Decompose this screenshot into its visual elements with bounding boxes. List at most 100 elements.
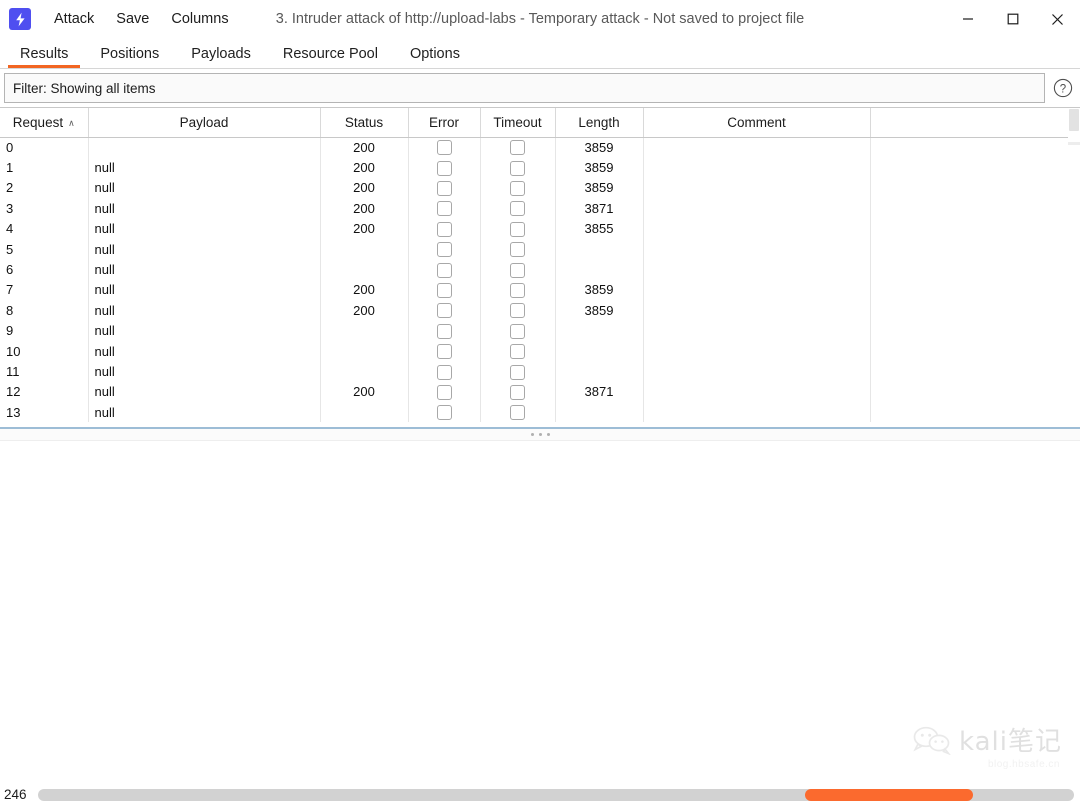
checkbox-icon[interactable] xyxy=(436,160,452,176)
menu-columns[interactable]: Columns xyxy=(160,8,239,30)
checkbox-icon[interactable] xyxy=(436,323,452,339)
cell-request: 10 xyxy=(0,340,89,362)
cell-timeout-checkbox[interactable] xyxy=(480,300,556,321)
cell-error-checkbox[interactable] xyxy=(408,340,481,362)
tab-payloads[interactable]: Payloads xyxy=(175,42,267,68)
cell-length: 3859 xyxy=(555,177,644,199)
cell-timeout-checkbox[interactable] xyxy=(480,198,556,219)
checkbox-icon[interactable] xyxy=(436,384,452,400)
table-row[interactable]: 12 null 200 3871 xyxy=(0,381,1073,403)
table-row[interactable]: 9 null xyxy=(0,320,1073,341)
table-row[interactable]: 10 null xyxy=(0,340,1073,362)
cell-timeout-checkbox[interactable] xyxy=(480,279,556,301)
checkbox-icon[interactable] xyxy=(510,384,525,400)
cell-timeout-checkbox[interactable] xyxy=(480,381,556,403)
checkbox-icon[interactable] xyxy=(510,221,525,237)
column-header-length[interactable]: Length xyxy=(555,108,644,138)
maximize-button[interactable] xyxy=(990,0,1035,38)
cell-error-checkbox[interactable] xyxy=(408,279,481,301)
checkbox-icon[interactable] xyxy=(510,344,525,360)
column-header-payload[interactable]: Payload xyxy=(88,108,321,138)
checkbox-icon[interactable] xyxy=(436,405,452,421)
checkbox-icon[interactable] xyxy=(436,181,452,196)
checkbox-icon[interactable] xyxy=(510,364,525,380)
cell-timeout-checkbox[interactable] xyxy=(480,238,556,260)
table-row[interactable]: 3 null 200 3871 xyxy=(0,198,1073,219)
checkbox-icon[interactable] xyxy=(510,262,525,278)
checkbox-icon[interactable] xyxy=(436,262,452,278)
cell-timeout-checkbox[interactable] xyxy=(480,402,556,423)
checkbox-icon[interactable] xyxy=(510,140,525,156)
horizontal-scrollbar[interactable] xyxy=(38,788,1074,801)
checkbox-icon[interactable] xyxy=(510,282,525,298)
cell-error-checkbox[interactable] xyxy=(408,238,481,260)
table-row[interactable]: 6 null xyxy=(0,259,1073,280)
question-mark-icon[interactable]: ? xyxy=(1048,73,1078,103)
results-table-container[interactable]: Request ∧ Payload Status Error Timeout Le… xyxy=(0,107,1080,429)
checkbox-icon[interactable] xyxy=(510,201,525,217)
checkbox-icon[interactable] xyxy=(436,364,452,380)
column-header-request[interactable]: Request ∧ xyxy=(0,108,89,138)
cell-payload: null xyxy=(88,361,321,382)
checkbox-icon[interactable] xyxy=(510,160,525,176)
cell-status: 200 xyxy=(320,218,409,239)
checkbox-icon[interactable] xyxy=(510,303,525,319)
filter-input[interactable]: Filter: Showing all items xyxy=(4,73,1045,103)
column-header-timeout[interactable]: Timeout xyxy=(480,108,556,138)
cell-error-checkbox[interactable] xyxy=(408,259,481,280)
cell-timeout-checkbox[interactable] xyxy=(480,259,556,280)
checkbox-icon[interactable] xyxy=(436,282,452,298)
minimize-button[interactable] xyxy=(945,0,990,38)
cell-error-checkbox[interactable] xyxy=(408,320,481,341)
checkbox-icon[interactable] xyxy=(436,201,452,217)
cell-error-checkbox[interactable] xyxy=(408,300,481,321)
checkbox-icon[interactable] xyxy=(436,303,452,319)
checkbox-icon[interactable] xyxy=(436,140,452,156)
table-row[interactable]: 11 null xyxy=(0,361,1073,382)
cell-error-checkbox[interactable] xyxy=(408,137,481,158)
vertical-scrollbar[interactable] xyxy=(1068,108,1080,427)
checkbox-icon[interactable] xyxy=(436,221,452,237)
tab-resource-pool[interactable]: Resource Pool xyxy=(267,42,394,68)
cell-error-checkbox[interactable] xyxy=(408,157,481,178)
checkbox-icon[interactable] xyxy=(510,323,525,339)
horizontal-scrollbar-thumb[interactable] xyxy=(804,788,974,801)
column-header-comment[interactable]: Comment xyxy=(643,108,871,138)
close-button[interactable] xyxy=(1035,0,1080,38)
cell-timeout-checkbox[interactable] xyxy=(480,340,556,362)
vertical-scrollbar-thumb[interactable] xyxy=(1069,109,1079,131)
cell-timeout-checkbox[interactable] xyxy=(480,218,556,239)
checkbox-icon[interactable] xyxy=(436,242,452,258)
cell-timeout-checkbox[interactable] xyxy=(480,361,556,382)
table-row[interactable]: 5 null xyxy=(0,238,1073,260)
table-row[interactable]: 4 null 200 3855 xyxy=(0,218,1073,239)
table-row[interactable]: 0 200 3859 xyxy=(0,137,1073,158)
table-row[interactable]: 8 null 200 3859 xyxy=(0,300,1073,321)
table-row[interactable]: 7 null 200 3859 xyxy=(0,279,1073,301)
cell-error-checkbox[interactable] xyxy=(408,402,481,423)
cell-error-checkbox[interactable] xyxy=(408,218,481,239)
cell-timeout-checkbox[interactable] xyxy=(480,157,556,178)
cell-error-checkbox[interactable] xyxy=(408,177,481,199)
tab-options[interactable]: Options xyxy=(394,42,476,68)
cell-timeout-checkbox[interactable] xyxy=(480,137,556,158)
tab-results[interactable]: Results xyxy=(4,42,84,68)
tab-positions[interactable]: Positions xyxy=(84,42,175,68)
table-row[interactable]: 13 null xyxy=(0,402,1073,423)
cell-timeout-checkbox[interactable] xyxy=(480,320,556,341)
checkbox-icon[interactable] xyxy=(510,181,525,196)
cell-timeout-checkbox[interactable] xyxy=(480,177,556,199)
checkbox-icon[interactable] xyxy=(510,242,525,258)
column-header-error[interactable]: Error xyxy=(408,108,481,138)
checkbox-icon[interactable] xyxy=(436,344,452,360)
cell-error-checkbox[interactable] xyxy=(408,361,481,382)
pane-splitter[interactable] xyxy=(0,429,1080,441)
checkbox-icon[interactable] xyxy=(510,405,525,421)
column-header-status[interactable]: Status xyxy=(320,108,409,138)
cell-error-checkbox[interactable] xyxy=(408,198,481,219)
menu-attack[interactable]: Attack xyxy=(43,8,105,30)
menu-save[interactable]: Save xyxy=(105,8,160,30)
cell-error-checkbox[interactable] xyxy=(408,381,481,403)
table-row[interactable]: 2 null 200 3859 xyxy=(0,177,1073,199)
table-row[interactable]: 1 null 200 3859 xyxy=(0,157,1073,178)
